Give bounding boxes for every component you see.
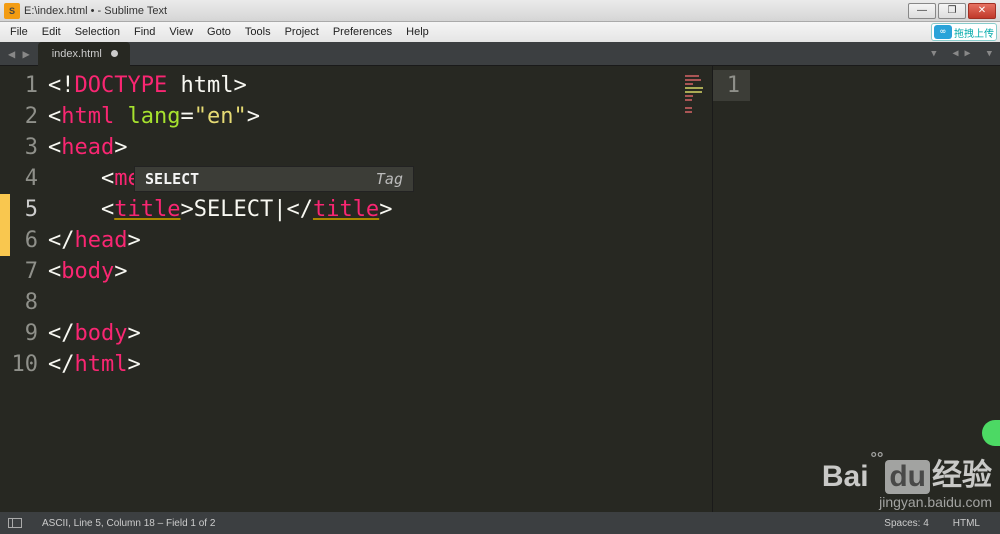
app-icon: S	[4, 3, 20, 19]
line-gutter-2: 1	[712, 66, 750, 529]
dropdown-icon-2[interactable]: ▼	[987, 49, 992, 59]
tab-label: index.html	[52, 48, 102, 60]
unsaved-dot-icon	[111, 50, 118, 57]
editor-pane-1[interactable]: 12345678910 <!DOCTYPE html> <html lang="…	[0, 66, 712, 529]
modified-marker	[0, 194, 10, 256]
menu-view[interactable]: View	[163, 24, 199, 40]
autocomplete-popup[interactable]: SELECT Tag	[134, 166, 414, 192]
cloud-icon: ∞	[934, 25, 952, 39]
popup-suggestion: SELECT	[145, 170, 199, 188]
window-title: E:\index.html • - Sublime Text	[24, 5, 906, 17]
nav-arrows-left[interactable]: ◀ ▶	[0, 47, 38, 61]
panel-icon[interactable]	[8, 518, 22, 528]
code-content[interactable]: <!DOCTYPE html> <html lang="en"> <head> …	[48, 66, 712, 529]
menu-selection[interactable]: Selection	[69, 24, 126, 40]
nav-arrows-right[interactable]: ◀ ▶	[953, 48, 971, 59]
tab-strip: ◀ ▶ index.html ▼ ◀ ▶ ▼	[0, 42, 1000, 66]
menu-find[interactable]: Find	[128, 24, 161, 40]
minimize-button[interactable]: —	[908, 3, 936, 19]
menu-preferences[interactable]: Preferences	[327, 24, 398, 40]
popup-kind: Tag	[376, 170, 403, 188]
tab-index[interactable]: index.html	[38, 42, 130, 66]
window-titlebar: S E:\index.html • - Sublime Text — ❐ ✕	[0, 0, 1000, 22]
menu-edit[interactable]: Edit	[36, 24, 67, 40]
dropdown-icon[interactable]: ▼	[931, 49, 936, 59]
upload-badge[interactable]: ∞ 拖拽上传	[931, 23, 997, 41]
status-position[interactable]: ASCII, Line 5, Column 18 – Field 1 of 2	[30, 518, 227, 529]
status-bar: ASCII, Line 5, Column 18 – Field 1 of 2 …	[0, 512, 1000, 534]
menu-help[interactable]: Help	[400, 24, 435, 40]
status-spaces[interactable]: Spaces: 4	[872, 518, 940, 529]
menu-goto[interactable]: Goto	[201, 24, 237, 40]
menu-project[interactable]: Project	[279, 24, 325, 40]
menu-bar: File Edit Selection Find View Goto Tools…	[0, 22, 1000, 42]
close-button[interactable]: ✕	[968, 3, 996, 19]
line-gutter: 12345678910	[0, 66, 48, 529]
maximize-button[interactable]: ❐	[938, 3, 966, 19]
badge-text: 拖拽上传	[954, 25, 994, 40]
editor-pane-2[interactable]	[750, 66, 1000, 529]
menu-file[interactable]: File	[4, 24, 34, 40]
editor-area: 12345678910 <!DOCTYPE html> <html lang="…	[0, 66, 1000, 529]
status-lang[interactable]: HTML	[941, 518, 992, 529]
minimap[interactable]	[684, 72, 706, 108]
menu-tools[interactable]: Tools	[239, 24, 277, 40]
